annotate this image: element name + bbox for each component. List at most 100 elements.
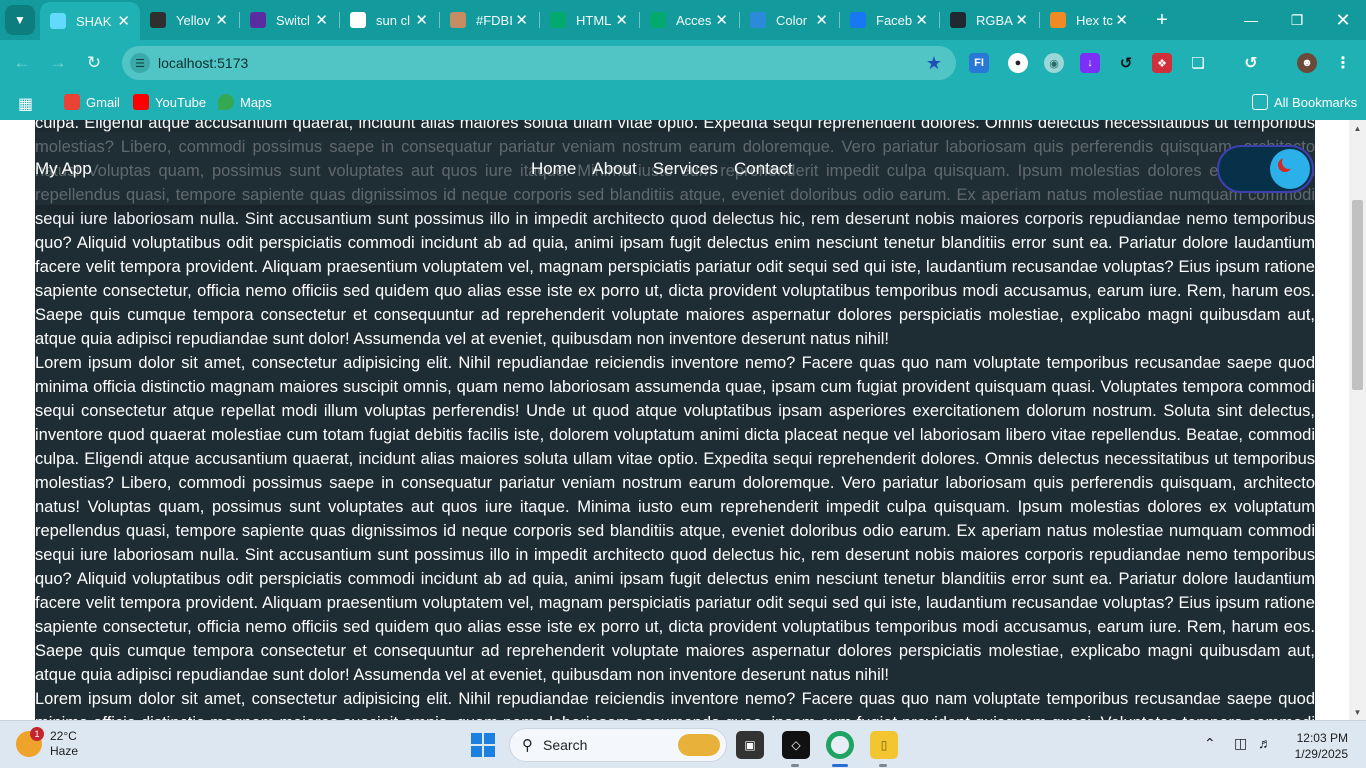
close-tab-icon[interactable]: ✕ [615, 11, 628, 29]
reload-button[interactable]: ↻ [80, 49, 108, 77]
taskbar-search[interactable]: ⚲ Search [509, 728, 727, 762]
bookmark-star-icon[interactable]: ★ [926, 53, 942, 74]
minimize-button[interactable]: — [1228, 0, 1274, 40]
profile-avatar[interactable]: ☻ [1297, 53, 1317, 73]
tab-7[interactable]: Color ✕ [740, 6, 838, 34]
tab-title: Faceb [876, 12, 913, 28]
tab-2[interactable]: Switcl ✕ [240, 6, 338, 34]
browser-menu-icon[interactable]: ⋮ [1333, 53, 1353, 73]
forward-button[interactable]: → [44, 49, 72, 77]
close-tab-icon[interactable]: ✕ [1015, 11, 1028, 29]
task-view-icon[interactable]: ▣ [736, 731, 764, 759]
weather-sun-icon: 1 [16, 727, 44, 757]
tab-9[interactable]: RGBA ✕ [940, 6, 1038, 34]
close-tab-icon[interactable]: ✕ [315, 11, 328, 29]
close-tab-icon[interactable]: ✕ [915, 11, 928, 29]
brand-logo[interactable]: My App [35, 159, 92, 179]
bookmarks-bar: ▦ Gmail YouTube Maps All Bookmarks [0, 86, 1366, 120]
tab-1[interactable]: Yellov ✕ [140, 6, 238, 34]
back-button[interactable]: ← [8, 49, 36, 77]
google-icon [350, 12, 366, 28]
tab-separator [839, 12, 840, 28]
main-content: Lorem ipsum dolor sit amet, consectetur … [35, 120, 1315, 720]
apps-grid-icon[interactable]: ▦ [18, 94, 33, 114]
close-tab-icon[interactable]: ✕ [815, 11, 828, 29]
bookmark-maps[interactable]: Maps [218, 94, 272, 110]
restore-button[interactable]: ❐ [1274, 0, 1320, 40]
bookmark-label: Maps [240, 94, 272, 110]
address-bar[interactable]: ☰ localhost:5173 ★ [122, 46, 956, 80]
weather-widget[interactable]: 1 22°C Haze [16, 727, 78, 759]
tab-6[interactable]: Acces ✕ [640, 6, 738, 34]
taskbar: 1 22°C Haze ⚲ Search ▣ ◇ ▯ ⌃ ◫ ♬ 12:03 P… [0, 720, 1366, 768]
tab-3[interactable]: sun cl ✕ [340, 6, 438, 34]
ui-icon [250, 12, 266, 28]
tab-5[interactable]: HTML ✕ [540, 6, 638, 34]
bookmark-gmail[interactable]: Gmail [64, 94, 120, 110]
scroll-up-arrow-icon[interactable]: ▲ [1349, 120, 1366, 136]
extension-fi-icon[interactable]: FI [969, 53, 989, 73]
close-window-button[interactable]: ✕ [1320, 0, 1366, 40]
facebook-icon [850, 12, 866, 28]
tab-title: Hex tc [1076, 12, 1113, 28]
tab-search-button[interactable]: ▼ [5, 5, 35, 35]
all-bookmarks[interactable]: All Bookmarks [1252, 94, 1357, 110]
extension-red-icon[interactable]: ❖ [1152, 53, 1172, 73]
page-viewport: Lorem ipsum dolor sit amet, consectetur … [0, 120, 1366, 720]
file-explorer-icon[interactable]: ▯ [870, 731, 898, 759]
page-scrollbar[interactable]: ▲ ▼ [1349, 120, 1366, 720]
close-tab-icon[interactable]: ✕ [1115, 11, 1128, 29]
bookmark-label: YouTube [155, 94, 207, 110]
scrollbar-thumb[interactable] [1352, 200, 1363, 390]
tab-separator [439, 12, 440, 28]
close-tab-icon[interactable]: ✕ [215, 11, 228, 29]
tab-separator [239, 12, 240, 28]
search-highlight-icon [678, 734, 720, 756]
tab-separator [639, 12, 640, 28]
tab-0[interactable]: SHAK ✕ [40, 2, 140, 40]
new-tab-button[interactable]: + [1150, 8, 1174, 32]
system-clock[interactable]: 12:03 PM 1/29/2025 [1288, 730, 1348, 762]
wave-icon [750, 12, 766, 28]
tab-separator [939, 12, 940, 28]
tab-separator [339, 12, 340, 28]
nav-contact[interactable]: Contact [734, 159, 793, 179]
bookmark-youtube[interactable]: YouTube [133, 94, 206, 110]
tab-title: RGBA [976, 12, 1013, 28]
moon-icon-cutout [1282, 155, 1296, 169]
chrome-icon[interactable] [826, 731, 854, 759]
start-button[interactable] [471, 733, 495, 757]
windows-logo-pane [471, 733, 482, 744]
scroll-down-arrow-icon[interactable]: ▼ [1349, 704, 1366, 720]
extensions-puzzle-icon[interactable]: ❏ [1188, 53, 1208, 73]
close-tab-icon[interactable]: ✕ [515, 11, 528, 29]
nav-services[interactable]: Services [653, 159, 718, 179]
nav-home[interactable]: Home [531, 159, 576, 179]
bookmark-label: Gmail [86, 94, 120, 110]
close-tab-icon[interactable]: ✕ [415, 11, 428, 29]
toggle-knob [1270, 149, 1310, 189]
navbar: My App Home About Services Contact [35, 132, 1315, 205]
close-tab-icon[interactable]: ✕ [715, 11, 728, 29]
nav-about[interactable]: About [592, 159, 636, 179]
tab-title: Acces [676, 12, 712, 28]
tab-10[interactable]: Hex tc ✕ [1040, 6, 1138, 34]
address-text: localhost:5173 [158, 55, 249, 71]
site-info-icon[interactable]: ☰ [130, 53, 150, 73]
tab-8[interactable]: Faceb ✕ [840, 6, 938, 34]
history-icon[interactable]: ↺ [1241, 53, 1261, 73]
extension-circle-icon[interactable]: ● [1008, 53, 1028, 73]
volume-icon[interactable]: ♬ [1258, 735, 1272, 751]
tray-overflow-icon[interactable]: ⌃ [1204, 735, 1216, 752]
extension-sync-icon[interactable]: ↺ [1116, 53, 1136, 73]
network-icon[interactable]: ◫ [1234, 735, 1247, 752]
theme-toggle[interactable] [1217, 145, 1314, 193]
cup-icon [150, 12, 166, 28]
app-icon-dark[interactable]: ◇ [782, 731, 810, 759]
running-app-indicator [791, 764, 799, 767]
tab-4[interactable]: #FDBI ✕ [440, 6, 538, 34]
notification-badge: 1 [30, 727, 44, 741]
extension-target-icon[interactable]: ◉ [1044, 53, 1064, 73]
close-tab-icon[interactable]: ✕ [117, 12, 130, 30]
extension-download-icon[interactable]: ↓ [1080, 53, 1100, 73]
